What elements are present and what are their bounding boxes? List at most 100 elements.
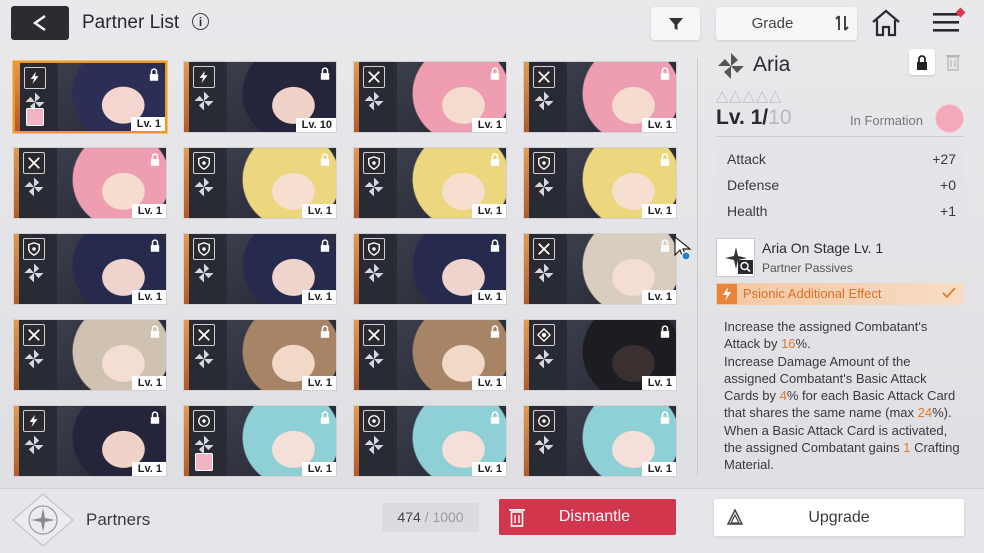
sort-dropdown[interactable]: Grade xyxy=(716,7,857,40)
pinwheel-icon xyxy=(364,91,384,111)
card-level: Lv. 1 xyxy=(471,118,506,132)
passive-description: Increase the assigned Combatant's Attack… xyxy=(724,318,960,480)
home-icon[interactable] xyxy=(871,9,901,37)
count-current: 474 xyxy=(397,509,421,525)
mini-avatar-badge xyxy=(195,453,213,471)
shield-icon xyxy=(363,238,385,260)
level-current: Lv. 1/ xyxy=(716,106,769,129)
mini-avatar-badge xyxy=(26,108,44,126)
card-level: Lv. 1 xyxy=(471,462,506,476)
stat-row-attack: Attack +27 xyxy=(716,146,964,171)
psionic-effect-bar[interactable]: Psionic Additional Effect xyxy=(716,283,964,305)
partner-card[interactable]: Lv. 1 xyxy=(523,147,677,219)
lock-icon[interactable] xyxy=(320,411,330,424)
partner-card[interactable]: Lv. 1 xyxy=(183,147,337,219)
partner-card[interactable]: Lv. 1 xyxy=(183,405,337,477)
menu-icon[interactable] xyxy=(933,10,959,34)
crossed-swords-icon xyxy=(23,324,45,346)
pinwheel-icon xyxy=(534,435,554,455)
passive-name: Aria On Stage Lv. 1 xyxy=(762,240,884,256)
card-level: Lv. 1 xyxy=(131,290,166,304)
highlight-value: 24 xyxy=(917,405,933,421)
formation-avatar[interactable] xyxy=(935,104,964,133)
lock-icon[interactable] xyxy=(660,411,670,424)
card-level: Lv. 1 xyxy=(641,290,676,304)
pinwheel-icon xyxy=(364,177,384,197)
pinwheel-icon xyxy=(194,91,214,111)
partner-card[interactable]: Lv. 1 xyxy=(353,147,507,219)
pinwheel-icon xyxy=(534,263,554,283)
dismantle-button[interactable]: Dismantle xyxy=(499,499,676,535)
lock-icon[interactable] xyxy=(150,239,160,252)
lock-icon[interactable] xyxy=(660,239,670,252)
partner-card[interactable]: Lv. 1 xyxy=(353,61,507,133)
partner-card[interactable]: Lv. 1 xyxy=(13,233,167,305)
pinwheel-icon xyxy=(364,349,384,369)
partner-card[interactable]: Lv. 10 xyxy=(183,61,337,133)
lock-icon[interactable] xyxy=(660,325,670,338)
pinwheel-icon xyxy=(24,435,44,455)
partner-card[interactable]: Lv. 1 xyxy=(353,319,507,391)
partner-card[interactable]: Lv. 1 xyxy=(523,405,677,477)
lock-icon[interactable] xyxy=(660,153,670,166)
card-level: Lv. 1 xyxy=(471,290,506,304)
partner-card[interactable]: Lv. 1 xyxy=(13,319,167,391)
detail-separator xyxy=(716,136,964,137)
discard-button[interactable] xyxy=(941,49,965,75)
upgrade-button[interactable]: Upgrade xyxy=(714,499,964,536)
lock-icon[interactable] xyxy=(490,153,500,166)
filter-button[interactable] xyxy=(651,7,700,40)
lock-icon[interactable] xyxy=(490,67,500,80)
highlight-value: 4 xyxy=(779,388,787,404)
magnify-icon[interactable] xyxy=(738,260,753,274)
lock-button[interactable] xyxy=(909,49,935,75)
card-level: Lv. 1 xyxy=(301,376,336,390)
partner-card[interactable]: Lv. 1 xyxy=(353,405,507,477)
partner-card[interactable]: Lv. 1 xyxy=(183,319,337,391)
highlight-value: 16 xyxy=(781,336,796,352)
partner-count: 474 / 1000 xyxy=(382,503,479,532)
passive-type: Partner Passives xyxy=(762,261,853,275)
card-level: Lv. 1 xyxy=(301,290,336,304)
partner-card[interactable]: Lv. 1 xyxy=(523,233,677,305)
partner-card[interactable]: Lv. 1 xyxy=(13,405,167,477)
lock-icon[interactable] xyxy=(150,153,160,166)
lock-icon[interactable] xyxy=(149,68,159,81)
shield-icon xyxy=(193,238,215,260)
stat-value: +1 xyxy=(940,203,956,219)
partner-card[interactable]: Lv. 1 xyxy=(523,319,677,391)
pinwheel-icon xyxy=(534,349,554,369)
crossed-swords-icon xyxy=(363,324,385,346)
count-capacity: 1000 xyxy=(432,509,464,525)
lock-icon[interactable] xyxy=(320,325,330,338)
card-level: Lv. 1 xyxy=(131,376,166,390)
lock-icon[interactable] xyxy=(320,239,330,252)
crossed-swords-icon xyxy=(533,66,555,88)
partner-card[interactable]: Lv. 1 xyxy=(523,61,677,133)
card-level: Lv. 10 xyxy=(295,118,336,132)
shield-icon xyxy=(193,152,215,174)
back-button[interactable] xyxy=(11,6,69,40)
lock-icon[interactable] xyxy=(150,411,160,424)
stat-row-defense: Defense +0 xyxy=(716,172,964,197)
lock-icon[interactable] xyxy=(320,153,330,166)
page-title: Partner List xyxy=(82,12,180,33)
sort-order-icon[interactable] xyxy=(835,14,849,32)
lock-icon[interactable] xyxy=(490,411,500,424)
partner-card[interactable]: Lv. 1 xyxy=(13,147,167,219)
info-icon[interactable]: i xyxy=(192,13,209,30)
lock-icon[interactable] xyxy=(150,325,160,338)
partner-card[interactable]: Lv. 1 xyxy=(353,233,507,305)
crossed-swords-icon xyxy=(363,66,385,88)
partner-card[interactable]: Lv. 1 xyxy=(13,61,167,133)
shield-icon xyxy=(533,152,555,174)
lock-icon[interactable] xyxy=(490,239,500,252)
lock-icon[interactable] xyxy=(660,67,670,80)
panel-divider xyxy=(697,58,698,476)
pinwheel-icon xyxy=(364,263,384,283)
lock-icon[interactable] xyxy=(490,325,500,338)
stat-value: +27 xyxy=(932,151,956,167)
partner-card[interactable]: Lv. 1 xyxy=(183,233,337,305)
bolt-icon xyxy=(24,67,46,89)
lock-icon[interactable] xyxy=(320,67,330,80)
